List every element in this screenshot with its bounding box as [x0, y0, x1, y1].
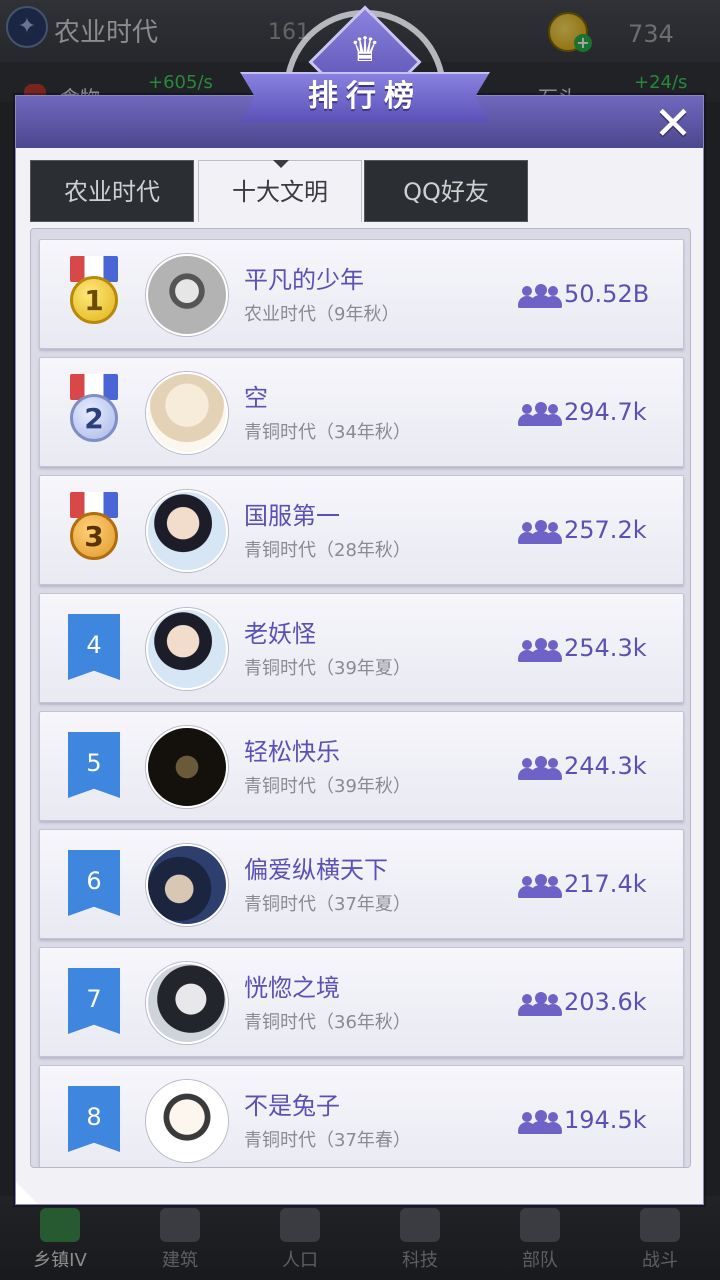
- bronze-medal-icon: 3: [70, 512, 118, 560]
- title-emblem: ♛ 排行榜: [234, 0, 496, 150]
- player-era: 青铜时代（28年秋）: [244, 540, 411, 561]
- tab-top-ten-civilizations[interactable]: 十大文明: [198, 160, 362, 222]
- population-value: 194.5k: [564, 1106, 647, 1134]
- player-name: 平凡的少年: [244, 266, 364, 294]
- avatar[interactable]: [146, 844, 228, 926]
- population-value: 217.4k: [564, 870, 647, 898]
- active-tab-caret-icon: [273, 160, 289, 168]
- leaderboard-modal: ✕ 农业时代 十大文明 QQ好友 1 平凡的少年 农业时代（9年秋） 50.52…: [15, 95, 704, 1205]
- player-era: 农业时代（9年秋）: [244, 304, 400, 325]
- population-icon: [518, 1110, 562, 1134]
- population-value: 257.2k: [564, 516, 647, 544]
- ranking-row[interactable]: 3 国服第一 青铜时代（28年秋） 257.2k: [39, 475, 684, 585]
- player-name: 老妖怪: [244, 620, 316, 648]
- ranking-row[interactable]: 6 偏爱纵横天下 青铜时代（37年夏） 217.4k: [39, 829, 684, 939]
- population-icon: [518, 992, 562, 1016]
- population-value: 254.3k: [564, 634, 647, 662]
- population-value: 50.52B: [564, 280, 650, 308]
- population-icon: [518, 638, 562, 662]
- rank-flag-icon: 7: [68, 968, 120, 1034]
- ranking-row[interactable]: 2 空 青铜时代（34年秋） 294.7k: [39, 357, 684, 467]
- close-icon[interactable]: ✕: [651, 100, 695, 146]
- avatar[interactable]: [146, 962, 228, 1044]
- avatar[interactable]: [146, 608, 228, 690]
- player-name: 轻松快乐: [244, 738, 340, 766]
- tab-agriculture-era[interactable]: 农业时代: [30, 160, 194, 222]
- corner-scroll-icon: [16, 1182, 38, 1204]
- population-icon: [518, 874, 562, 898]
- ranking-list[interactable]: 1 平凡的少年 农业时代（9年秋） 50.52B 2 空 青铜时代（34年秋） …: [30, 228, 691, 1168]
- player-name: 国服第一: [244, 502, 340, 530]
- tab-label: 十大文明: [232, 178, 328, 206]
- population-value: 203.6k: [564, 988, 647, 1016]
- population-icon: [518, 756, 562, 780]
- modal-title: 排行榜: [308, 79, 422, 114]
- crown-icon: ♛: [349, 30, 381, 70]
- avatar[interactable]: [146, 1080, 228, 1162]
- player-name: 偏爱纵横天下: [244, 856, 388, 884]
- ranking-row[interactable]: 1 平凡的少年 农业时代（9年秋） 50.52B: [39, 239, 684, 349]
- player-era: 青铜时代（39年夏）: [244, 658, 411, 679]
- gold-medal-icon: 1: [70, 276, 118, 324]
- ranking-row[interactable]: 8 不是兔子 青铜时代（37年春） 194.5k: [39, 1065, 684, 1167]
- tab-qq-friends[interactable]: QQ好友: [364, 160, 528, 222]
- population-icon: [518, 520, 562, 544]
- population-value: 294.7k: [564, 398, 647, 426]
- player-era: 青铜时代（34年秋）: [244, 422, 411, 443]
- ranking-row[interactable]: 4 老妖怪 青铜时代（39年夏） 254.3k: [39, 593, 684, 703]
- player-name: 不是兔子: [244, 1092, 340, 1120]
- population-icon: [518, 402, 562, 426]
- player-name: 空: [244, 384, 268, 412]
- rank-flag-icon: 6: [68, 850, 120, 916]
- ranking-row[interactable]: 5 轻松快乐 青铜时代（39年秋） 244.3k: [39, 711, 684, 821]
- player-name: 恍惚之境: [244, 974, 340, 1002]
- avatar[interactable]: [146, 372, 228, 454]
- player-era: 青铜时代（36年秋）: [244, 1012, 411, 1033]
- player-era: 青铜时代（37年夏）: [244, 894, 411, 915]
- population-value: 244.3k: [564, 752, 647, 780]
- population-icon: [518, 284, 562, 308]
- rank-flag-icon: 4: [68, 614, 120, 680]
- rank-flag-icon: 5: [68, 732, 120, 798]
- player-era: 青铜时代（39年秋）: [244, 776, 411, 797]
- avatar[interactable]: [146, 490, 228, 572]
- rank-flag-icon: 8: [68, 1086, 120, 1152]
- player-era: 青铜时代（37年春）: [244, 1130, 411, 1151]
- ranking-row[interactable]: 7 恍惚之境 青铜时代（36年秋） 203.6k: [39, 947, 684, 1057]
- silver-medal-icon: 2: [70, 394, 118, 442]
- avatar[interactable]: [146, 726, 228, 808]
- avatar[interactable]: [146, 254, 228, 336]
